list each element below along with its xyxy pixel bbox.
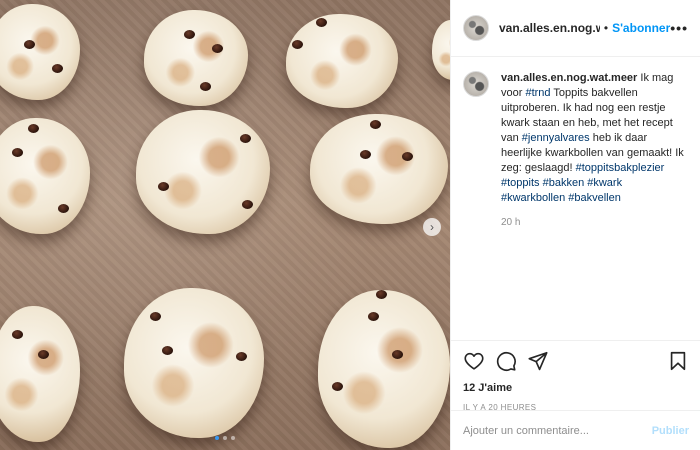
raisin	[150, 312, 161, 321]
hashtag-link[interactable]: #toppitsbakplezier	[576, 162, 665, 174]
caption-time: 20 h	[501, 217, 521, 228]
kwarkbol	[124, 288, 264, 438]
post-header: van.alles.en.nog.wat.meer • S'abonner ••…	[451, 0, 700, 57]
hashtag-link[interactable]: #toppits	[501, 177, 540, 189]
comment-bubble-icon[interactable]	[495, 350, 517, 372]
raisin	[402, 152, 413, 161]
carousel-dot	[223, 436, 227, 440]
raisin	[376, 290, 387, 299]
post-photo[interactable]: ›	[0, 0, 450, 450]
likes-count[interactable]: 12 J'aime	[463, 382, 689, 394]
raisin	[370, 120, 381, 129]
chevron-right-icon: ›	[430, 220, 434, 234]
carousel-dot	[231, 436, 235, 440]
heart-icon[interactable]	[463, 350, 485, 372]
avatar[interactable]	[463, 15, 489, 41]
carousel-dot	[215, 436, 219, 440]
comment-bar: Publier	[451, 410, 700, 450]
raisin	[12, 148, 23, 157]
caption-avatar[interactable]	[463, 71, 489, 97]
raisin	[236, 352, 247, 361]
raisin	[12, 330, 23, 339]
raisin	[184, 30, 195, 39]
raisin	[28, 124, 39, 133]
post-sidebar: van.alles.en.nog.wat.meer • S'abonner ••…	[450, 0, 700, 450]
mention-link[interactable]: #jennyalvares	[522, 132, 590, 144]
hashtag-link[interactable]: #kwarkbollen	[501, 192, 565, 204]
kwarkbol	[318, 290, 450, 448]
carousel-next-button[interactable]: ›	[423, 218, 441, 236]
paper-plane-icon[interactable]	[527, 350, 549, 372]
raisin	[368, 312, 379, 321]
username-link[interactable]: van.alles.en.nog.wat.meer	[499, 21, 600, 35]
raisin	[392, 350, 403, 359]
publish-button[interactable]: Publier	[652, 425, 689, 437]
hashtag-link[interactable]: #trnd	[525, 87, 550, 99]
hashtag-link[interactable]: #bakvellen	[568, 192, 621, 204]
raisin	[52, 64, 63, 73]
caption-text: van.alles.en.nog.wat.meer Ik mag voor #t…	[501, 71, 688, 206]
caption-username[interactable]: van.alles.en.nog.wat.meer	[501, 72, 637, 84]
raisin	[316, 18, 327, 27]
carousel-indicator	[0, 436, 450, 440]
caption: van.alles.en.nog.wat.meer Ik mag voor #t…	[451, 57, 700, 340]
kwarkbol	[136, 110, 270, 234]
more-options-icon[interactable]: •••	[670, 20, 688, 36]
raisin	[292, 40, 303, 49]
kwarkbol	[286, 14, 398, 108]
follow-button[interactable]: S'abonner	[612, 21, 670, 35]
comment-input[interactable]	[463, 424, 652, 437]
action-bar: 12 J'aime IL Y A 20 HEURES	[451, 340, 700, 412]
kwarkbol	[310, 114, 448, 224]
raisin	[332, 382, 343, 391]
hashtag-link[interactable]: #bakken	[543, 177, 585, 189]
action-icons	[463, 349, 689, 373]
raisin	[240, 134, 251, 143]
separator-dot: •	[603, 21, 609, 35]
raisin	[200, 82, 211, 91]
hashtag-link[interactable]: #kwark	[587, 177, 622, 189]
raisin	[212, 44, 223, 53]
raisin	[158, 182, 169, 191]
raisin	[38, 350, 49, 359]
caption-body: van.alles.en.nog.wat.meer Ik mag voor #t…	[501, 71, 688, 340]
raisin	[360, 150, 371, 159]
raisin	[242, 200, 253, 209]
kwarkbol	[144, 10, 248, 106]
raisin	[24, 40, 35, 49]
raisin	[162, 346, 173, 355]
raisin	[58, 204, 69, 213]
bookmark-icon[interactable]	[667, 350, 689, 372]
